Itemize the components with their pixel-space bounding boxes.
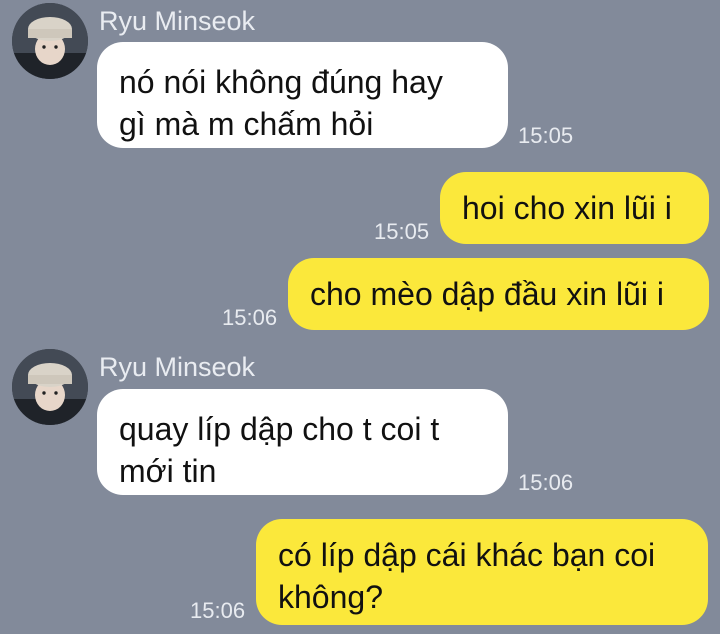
sender-avatar[interactable]	[12, 349, 88, 425]
message-text-line: mới tin	[119, 453, 217, 489]
message-text-line: nó nói không đúng hay	[119, 64, 443, 100]
message-text-line: quay líp dập cho t coi t	[119, 411, 440, 447]
avatar-photo-icon	[12, 349, 88, 425]
incoming-message-bubble[interactable]: quay líp dập cho t coi t mới tin	[97, 389, 508, 495]
outgoing-message-bubble[interactable]: có líp dập cái khác bạn coi không?	[256, 519, 708, 625]
sender-name: Ryu Minseok	[99, 352, 256, 382]
incoming-message-bubble[interactable]: nó nói không đúng hay gì mà m chấm hỏi	[97, 42, 508, 148]
sender-name: Ryu Minseok	[99, 6, 256, 36]
message-text-line: cho mèo dập đầu xin lũi i	[310, 276, 664, 312]
message-timestamp: 15:05	[518, 123, 574, 148]
avatar-photo-icon	[12, 3, 88, 79]
outgoing-message-bubble[interactable]: cho mèo dập đầu xin lũi i	[288, 258, 709, 330]
message-text-line: hoi cho xin lũi i	[462, 190, 672, 226]
message-timestamp: 15:06	[190, 598, 246, 623]
message-timestamp: 15:05	[374, 219, 430, 244]
message-text-line: có líp dập cái khác bạn coi	[278, 537, 656, 573]
message-text-line: không?	[278, 579, 383, 615]
outgoing-message-bubble[interactable]: hoi cho xin lũi i	[440, 172, 709, 244]
message-timestamp: 15:06	[222, 305, 278, 330]
message-text-line: gì mà m chấm hỏi	[119, 106, 374, 142]
message-timestamp: 15:06	[518, 470, 574, 495]
sender-avatar[interactable]	[12, 3, 88, 79]
